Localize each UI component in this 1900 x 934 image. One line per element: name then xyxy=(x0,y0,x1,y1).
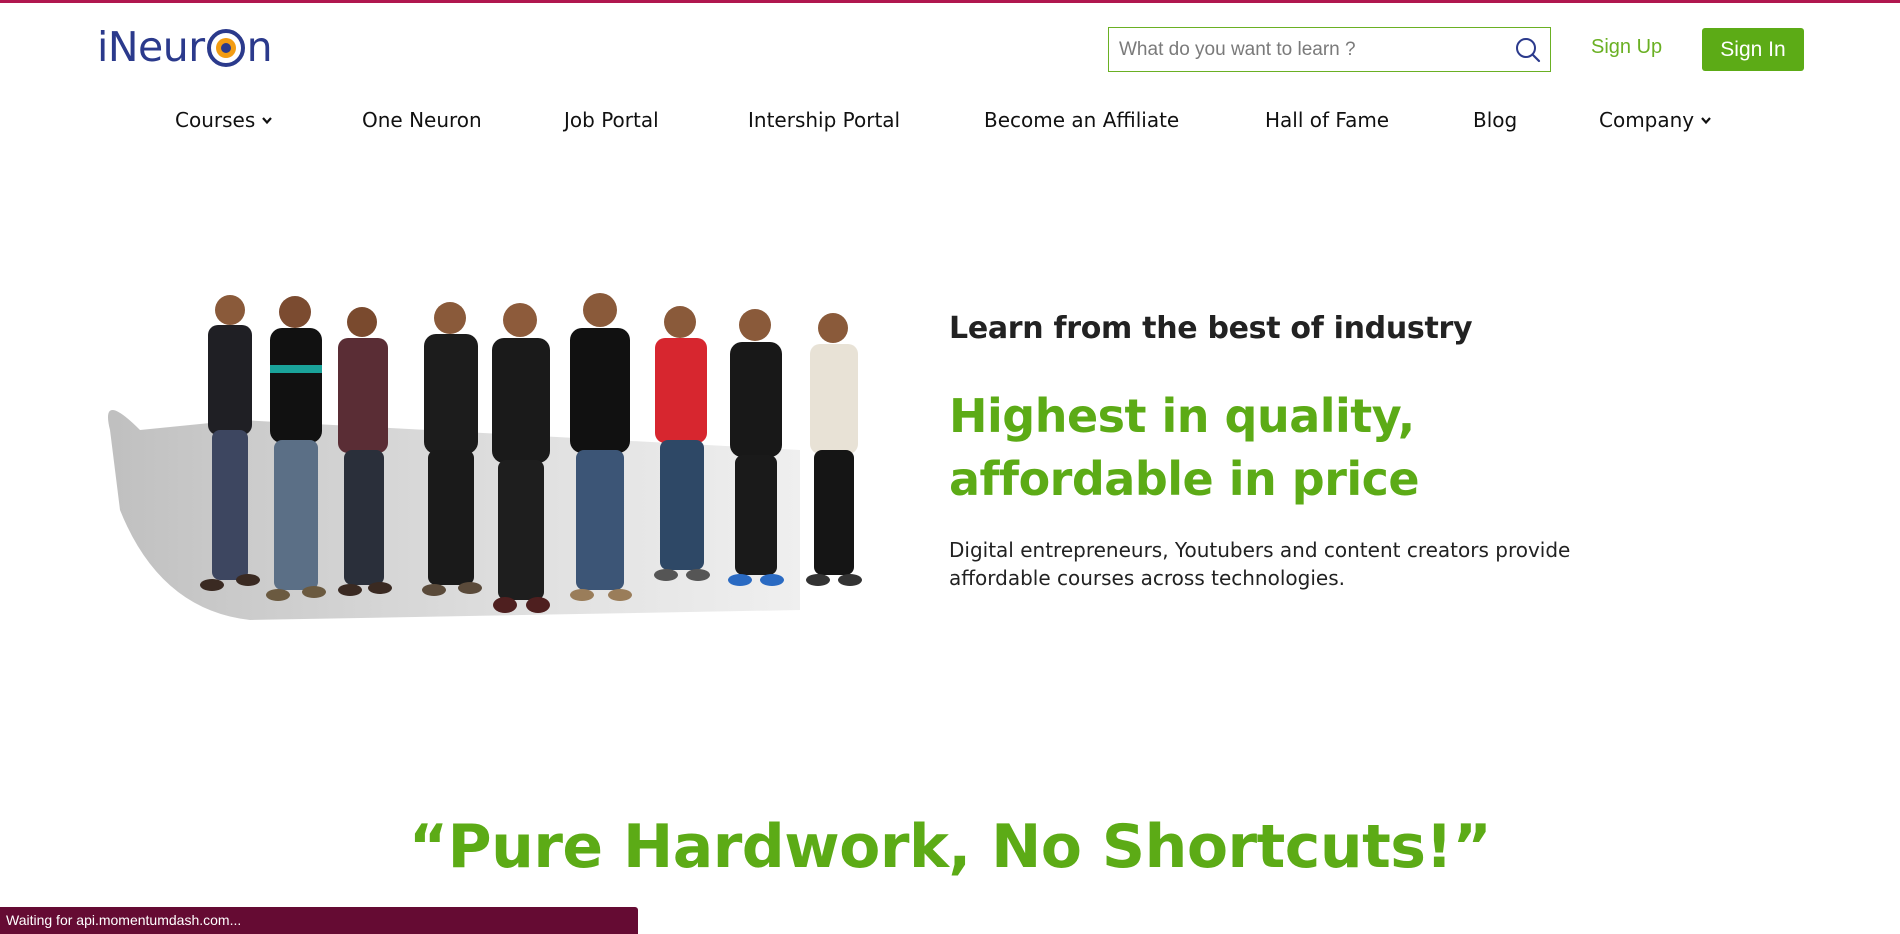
hero-title: Highest in quality, affordable in price xyxy=(949,389,1420,506)
motto-quote: “Pure Hardwork, No Shortcuts!” xyxy=(408,812,1492,882)
nav-hall-of-fame-label: Hall of Fame xyxy=(1265,108,1390,132)
nav-intership-portal[interactable]: Intership Portal xyxy=(748,108,900,132)
team-photo-image xyxy=(108,293,862,620)
hero-description: Digital entrepreneurs, Youtubers and con… xyxy=(949,538,1571,590)
nav-job-portal[interactable]: Job Portal xyxy=(564,108,659,132)
chevron-down-icon xyxy=(262,117,273,125)
sign-in-button[interactable]: Sign In xyxy=(1702,28,1804,71)
sign-up-link[interactable]: Sign Up xyxy=(1591,36,1662,59)
logo-o-icon xyxy=(206,28,246,68)
nav-become-affiliate[interactable]: Become an Affiliate xyxy=(984,108,1179,132)
search-box xyxy=(1108,27,1551,72)
nav-become-affiliate-label: Become an Affiliate xyxy=(984,108,1180,132)
top-accent-stripe xyxy=(0,0,1900,3)
nav-blog-label: Blog xyxy=(1473,108,1518,132)
logo-text-suffix: n xyxy=(246,23,273,71)
search-input[interactable] xyxy=(1109,28,1506,71)
nav-one-neuron-label: One Neuron xyxy=(362,108,482,132)
nav-company-label: Company xyxy=(1599,108,1695,132)
main-nav: Courses One Neuron Job Portal Intership … xyxy=(0,108,1900,134)
nav-company[interactable]: Company xyxy=(1599,108,1712,132)
hero-tagline: Learn from the best of industry xyxy=(949,311,1473,346)
nav-one-neuron[interactable]: One Neuron xyxy=(362,108,482,132)
ineuron-logo[interactable]: iNeur n xyxy=(97,18,273,76)
browser-status-bar: Waiting for api.momentumdash.com... xyxy=(0,907,638,934)
nav-courses[interactable]: Courses xyxy=(175,108,273,132)
search-icon[interactable] xyxy=(1506,28,1550,71)
nav-hall-of-fame[interactable]: Hall of Fame xyxy=(1265,108,1389,132)
nav-job-portal-label: Job Portal xyxy=(564,108,659,132)
nav-blog[interactable]: Blog xyxy=(1473,108,1517,132)
logo-text-prefix: iNeur xyxy=(97,23,205,71)
chevron-down-icon xyxy=(1701,117,1711,125)
nav-courses-label: Courses xyxy=(175,108,256,132)
nav-intership-portal-label: Intership Portal xyxy=(748,108,901,132)
